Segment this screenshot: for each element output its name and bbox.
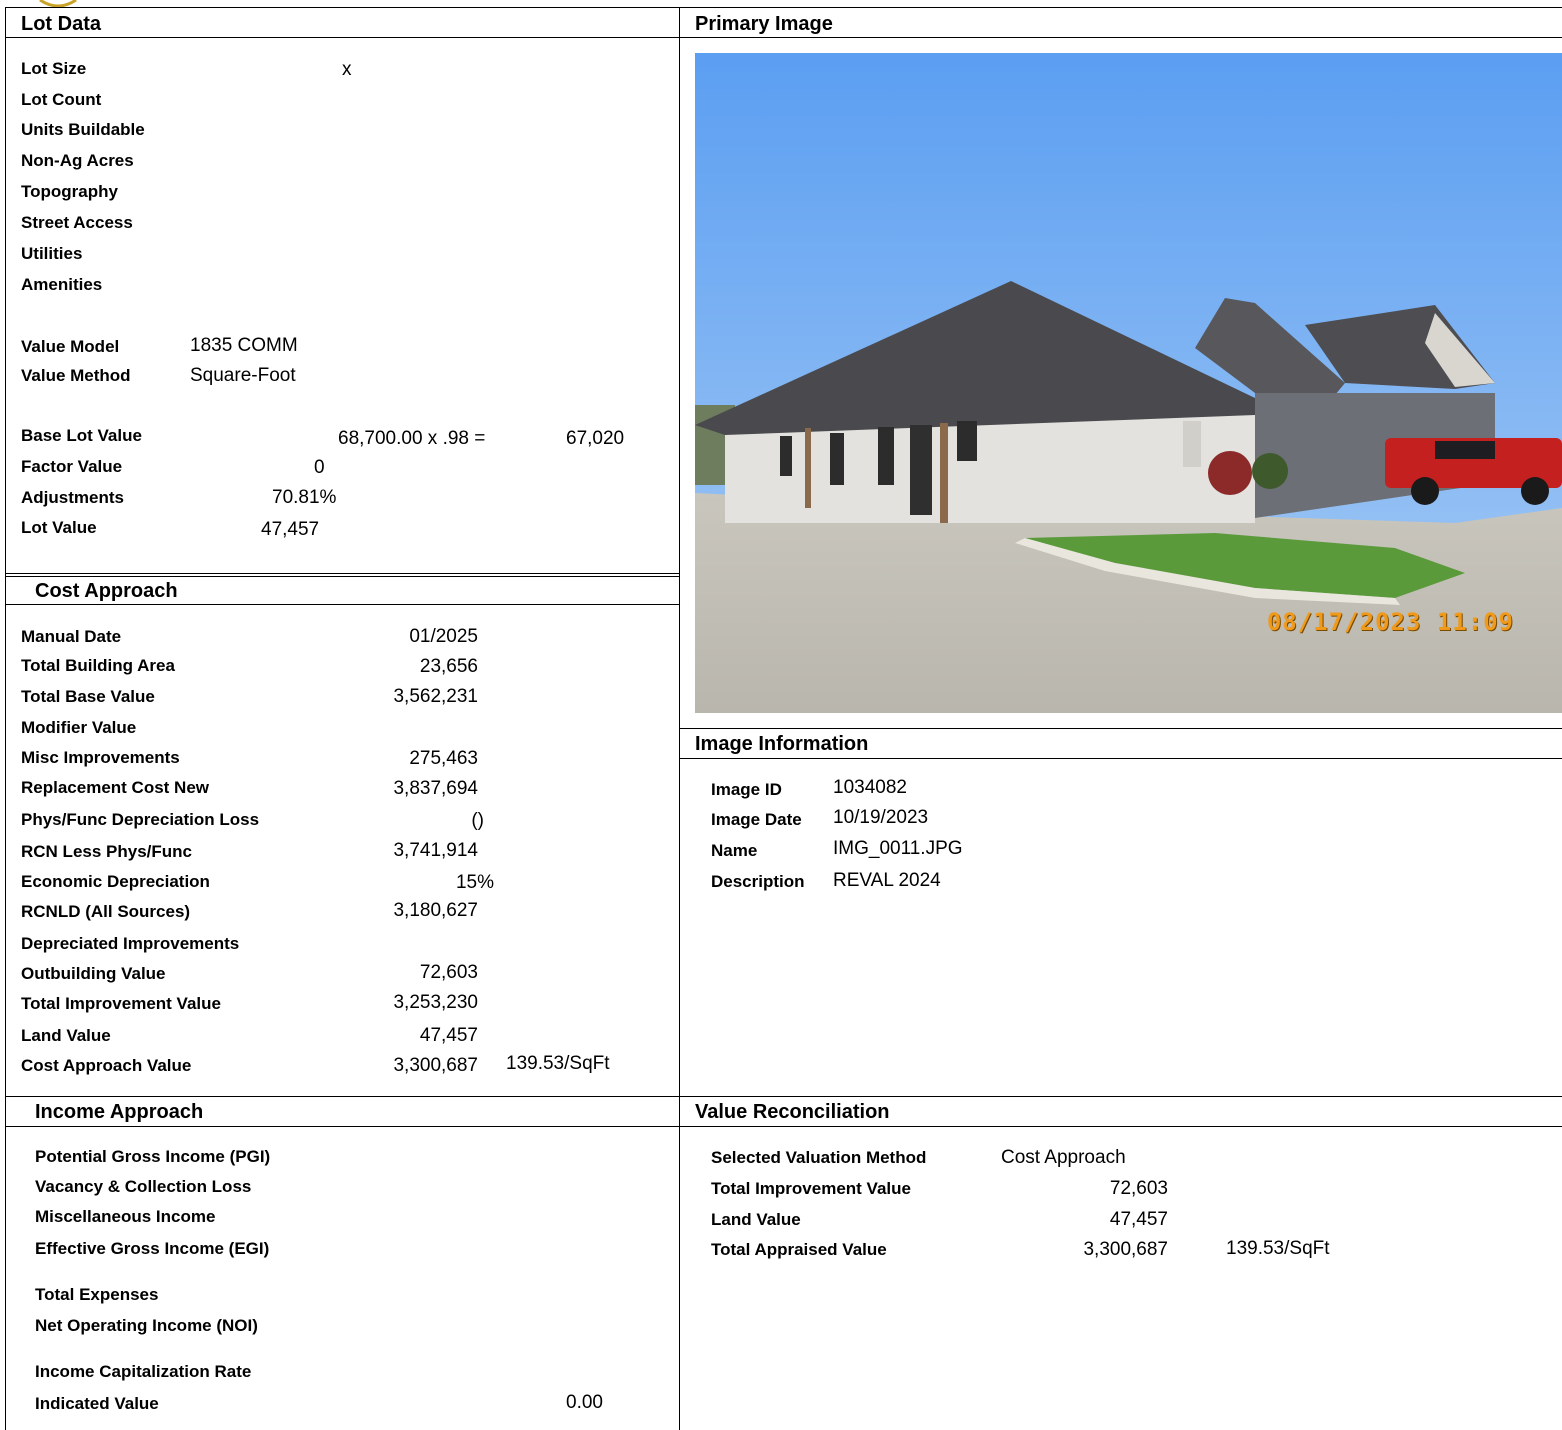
image-name-value: IMG_0011.JPG [833,838,963,859]
cap-rate-label: Income Capitalization Rate [35,1362,252,1381]
cost-row-value: () [471,810,484,831]
recon-per-sqft: 139.53/SqFt [1226,1238,1330,1259]
misc-income-label: Miscellaneous Income [35,1207,216,1226]
image-description-value: REVAL 2024 [833,870,941,891]
cost-row-value: 72,603 [419,962,478,983]
income-approach-header: Income Approach [35,1101,204,1123]
base-lot-value-label: Base Lot Value [21,426,142,445]
lot-size-label: Lot Size [21,59,87,78]
noi-label: Net Operating Income (NOI) [35,1316,258,1335]
cost-row-value: 275,463 [409,748,478,769]
cost-row-value: 23,656 [419,656,478,677]
recon-total-improvement-label: Total Improvement Value [711,1179,911,1198]
left-border [5,7,6,1430]
lot-value-label: Lot Value [21,518,97,537]
primary-image-header-rule [679,37,1562,38]
value-reconciliation-header: Value Reconciliation [695,1101,890,1123]
selected-method-value: Cost Approach [1001,1147,1126,1168]
cost-row-label: RCN Less Phys/Func [21,842,192,861]
cost-row-label: Phys/Func Depreciation Loss [21,810,260,829]
image-name-label: Name [711,841,758,860]
image-id-value: 1034082 [833,777,907,798]
top-rule [5,7,1562,8]
image-information-header: Image Information [695,733,869,755]
lot-count-label: Lot Count [21,90,102,109]
indicated-value-value: 0.00 [566,1392,603,1413]
cost-row-value: 3,837,694 [393,778,478,799]
cost-row-label: Total Base Value [21,687,155,706]
image-info-header-rule [679,758,1562,759]
cost-row-label: Total Building Area [21,656,175,675]
egi-label: Effective Gross Income (EGI) [35,1239,270,1258]
cost-row-label: RCNLD (All Sources) [21,902,191,921]
street-access-label: Street Access [21,213,133,232]
photo-timestamp: 08/17/2023 11:09 [1266,608,1514,636]
factor-value-label: Factor Value [21,457,123,476]
lot-data-header: Lot Data [21,13,101,35]
cost-approach-header: Cost Approach [35,580,178,602]
lot-value-value: 47,457 [261,519,320,540]
cost-approach-top-rule-2 [5,576,679,577]
cost-row-value: 47,457 [419,1025,478,1046]
cost-row-label: Land Value [21,1026,111,1045]
adjustments-value: 70.81% [272,487,337,508]
cost-row-value: 15% [455,872,494,893]
image-date-value: 10/19/2023 [833,807,929,828]
cost-row-label: Manual Date [21,627,122,646]
cost-row-label: Depreciated Improvements [21,934,240,953]
cost-approach-top-rule [5,573,679,574]
cost-row-label: Cost Approach Value [21,1056,192,1075]
selected-method-label: Selected Valuation Method [711,1148,927,1167]
cost-row-label: Modifier Value [21,718,137,737]
value-model-value: 1835 COMM [190,335,298,356]
adjustments-label: Adjustments [21,488,124,507]
units-buildable-label: Units Buildable [21,120,145,139]
cost-row-value: 3,741,914 [393,840,478,861]
image-info-top-rule [679,728,1562,729]
cost-row-value: 3,253,230 [393,992,478,1013]
cost-row-label: Misc Improvements [21,748,180,767]
value-method-value: Square-Foot [190,365,296,386]
pgi-label: Potential Gross Income (PGI) [35,1147,271,1166]
image-id-label: Image ID [711,780,782,799]
recon-land-value-label: Land Value [711,1210,801,1229]
cost-row-value: 3,562,231 [393,686,478,707]
total-appraised-value: 3,300,687 [1083,1239,1168,1260]
cost-row-value: 01/2025 [409,626,478,647]
income-top-rule [5,1096,1562,1097]
cost-row-label: Replacement Cost New [21,778,209,797]
lot-size-value: x [342,59,352,80]
cost-row-label: Economic Depreciation [21,872,210,891]
lot-data-header-rule [5,37,679,38]
recon-land-value-value: 47,457 [1109,1209,1168,1230]
vacancy-label: Vacancy & Collection Loss [35,1177,252,1196]
base-lot-formula: 68,700.00 x .98 = [338,428,486,449]
amenities-label: Amenities [21,275,103,294]
base-lot-result: 67,020 [566,428,625,449]
property-photo[interactable]: 08/17/2023 11:09 [695,53,1562,713]
indicated-value-label: Indicated Value [35,1394,159,1413]
total-expenses-label: Total Expenses [35,1285,159,1304]
image-date-label: Image Date [711,810,802,829]
cost-row-value: 3,300,687 [393,1055,478,1076]
primary-image-header: Primary Image [695,13,833,35]
income-header-rule [5,1126,1562,1127]
topography-label: Topography [21,182,118,201]
value-model-label: Value Model [21,337,120,356]
cost-row-value: 3,180,627 [393,900,478,921]
cost-approach-per-sqft: 139.53/SqFt [506,1053,610,1074]
cost-approach-header-rule [5,604,679,605]
value-method-label: Value Method [21,366,131,385]
cost-row-label: Outbuilding Value [21,964,166,983]
recon-total-improvement-value: 72,603 [1109,1178,1168,1199]
image-description-label: Description [711,872,805,891]
factor-value-value: 0 [314,457,325,478]
non-ag-acres-label: Non-Ag Acres [21,151,134,170]
cost-row-label: Total Improvement Value [21,994,221,1013]
center-divider [679,7,680,1430]
utilities-label: Utilities [21,244,83,263]
total-appraised-label: Total Appraised Value [711,1240,887,1259]
